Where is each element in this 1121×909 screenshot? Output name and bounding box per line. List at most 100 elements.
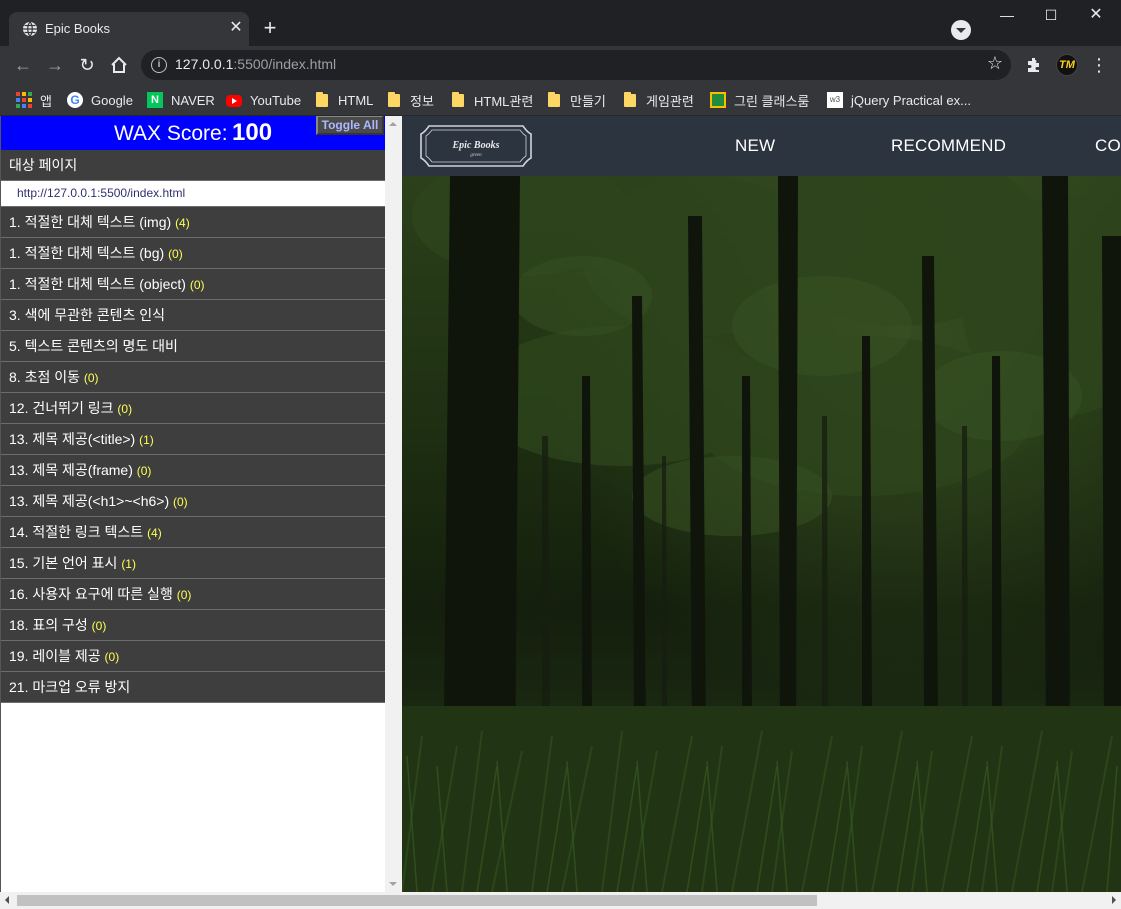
target-page-url[interactable]: http://127.0.0.1:5500/index.html: [1, 181, 385, 207]
wax-check-item[interactable]: 8. 초점 이동 (0): [1, 362, 385, 393]
wax-check-item[interactable]: 1. 적절한 대체 텍스트 (object) (0): [1, 269, 385, 300]
horizontal-scroll-thumb[interactable]: [17, 895, 817, 906]
wax-check-item[interactable]: 13. 제목 제공(<h1>~<h6>) (0): [1, 486, 385, 517]
tab-close-icon[interactable]: ✕: [226, 18, 246, 38]
wax-check-count: (0): [189, 278, 205, 292]
wax-check-label: 13. 제목 제공(<h1>~<h6>): [9, 493, 170, 509]
address-bar[interactable]: i 127.0.0.1:5500/index.html ☆: [141, 50, 1011, 80]
bookmark-folder-html-related[interactable]: HTML관련: [452, 90, 533, 110]
wax-check-label: 1. 적절한 대체 텍스트 (object): [9, 276, 186, 292]
svg-text:Epic Books: Epic Books: [452, 140, 500, 151]
bookmark-folder-html[interactable]: HTML: [316, 90, 373, 110]
folder-icon: [452, 91, 464, 107]
wax-check-label: 19. 레이블 제공: [9, 648, 101, 664]
folder-icon: [316, 91, 328, 107]
wax-check-item[interactable]: 5. 텍스트 콘텐츠의 명도 대비: [1, 331, 385, 362]
bookmark-apps[interactable]: 앱: [16, 90, 52, 110]
wax-check-label: 15. 기본 언어 표시: [9, 555, 118, 571]
new-tab-button[interactable]: +: [258, 17, 282, 41]
wax-check-label: 3. 색에 무관한 콘텐츠 인식: [9, 307, 166, 323]
folder-icon: [388, 91, 400, 107]
wax-check-label: 18. 표의 구성: [9, 617, 88, 633]
wax-check-count: (0): [173, 495, 188, 509]
wax-check-count: (0): [136, 464, 152, 478]
youtube-icon: [226, 95, 242, 107]
browser-tab[interactable]: Epic Books ✕: [9, 12, 249, 46]
wax-check-item[interactable]: 18. 표의 구성 (0): [1, 610, 385, 641]
reload-icon[interactable]: ↻: [75, 53, 99, 77]
site-info-icon[interactable]: i: [151, 57, 167, 73]
wax-check-count: (0): [83, 371, 99, 385]
wax-check-item[interactable]: 15. 기본 언어 표시 (1): [1, 548, 385, 579]
tab-search-button[interactable]: [951, 20, 971, 40]
wax-check-label: 1. 적절한 대체 텍스트 (bg): [9, 245, 165, 261]
browser-toolbar: ← → ↻ i 127.0.0.1:5500/index.html ☆ TM ⋮: [0, 46, 1121, 84]
back-icon[interactable]: ←: [11, 53, 35, 77]
website: Epic Books green NEW RECOMMEND CON: [402, 116, 1121, 892]
bookmark-star-icon[interactable]: ☆: [987, 53, 1003, 74]
wax-check-item[interactable]: 1. 적절한 대체 텍스트 (bg) (0): [1, 238, 385, 269]
globe-icon: [23, 21, 37, 37]
toggle-all-button[interactable]: Toggle All: [316, 116, 384, 135]
bookmark-folder-info[interactable]: 정보: [388, 90, 434, 110]
menu-icon[interactable]: ⋮: [1087, 53, 1111, 77]
minimize-icon[interactable]: —: [987, 4, 1027, 26]
extensions-icon[interactable]: [1022, 53, 1046, 77]
tab-strip: Epic Books ✕ + — ☐ ✕: [0, 0, 1121, 46]
close-icon[interactable]: ✕: [1076, 4, 1116, 26]
forward-icon[interactable]: →: [43, 53, 67, 77]
google-icon: G: [67, 92, 83, 108]
wax-vertical-scrollbar[interactable]: [385, 116, 402, 892]
wax-check-count: (0): [176, 588, 192, 602]
wax-score-label: WAX Score:: [113, 122, 228, 145]
wax-check-label: 13. 제목 제공(<title>): [9, 431, 136, 447]
bookmark-folder-make[interactable]: 만들기: [548, 90, 606, 110]
apps-icon: [16, 92, 32, 108]
bookmark-folder-game[interactable]: 게임관련: [624, 90, 694, 110]
bookmark-youtube[interactable]: YouTube: [226, 90, 301, 110]
wax-check-count: (0): [168, 247, 183, 261]
naver-icon: N: [147, 92, 163, 108]
wax-check-item[interactable]: 13. 제목 제공(frame) (0): [1, 455, 385, 486]
wax-check-item[interactable]: 3. 색에 무관한 콘텐츠 인식: [1, 300, 385, 331]
bookmark-classroom[interactable]: 그린 클래스룸: [710, 90, 809, 110]
home-icon[interactable]: [107, 53, 131, 77]
address-url[interactable]: 127.0.0.1:5500/index.html: [175, 56, 336, 72]
wax-check-label: 12. 건너뛰기 링크: [9, 400, 114, 416]
wax-check-item[interactable]: 13. 제목 제공(<title>) (1): [1, 424, 385, 455]
folder-icon: [624, 91, 636, 107]
tab-title: Epic Books: [45, 21, 111, 36]
scroll-right-icon[interactable]: [1112, 896, 1116, 904]
epic-books-logo[interactable]: Epic Books green: [419, 122, 533, 170]
wax-check-label: 8. 초점 이동: [9, 369, 80, 385]
nav-recommend[interactable]: RECOMMEND: [891, 136, 1006, 156]
nav-new[interactable]: NEW: [735, 136, 775, 156]
wax-check-label: 1. 적절한 대체 텍스트 (img): [9, 214, 172, 230]
wax-check-item[interactable]: 16. 사용자 요구에 따른 실행 (0): [1, 579, 385, 610]
w3schools-icon: w3: [827, 92, 843, 108]
wax-check-item[interactable]: 12. 건너뛰기 링크 (0): [1, 393, 385, 424]
scroll-left-icon[interactable]: [5, 896, 9, 904]
wax-score-value: 100: [232, 119, 273, 146]
nav-con[interactable]: CON: [1095, 136, 1121, 156]
scroll-up-icon[interactable]: [389, 122, 397, 126]
maximize-icon[interactable]: ☐: [1031, 4, 1071, 26]
bookmark-jquery[interactable]: w3 jQuery Practical ex...: [827, 90, 971, 110]
tampermonkey-icon[interactable]: TM: [1056, 54, 1078, 76]
horizontal-scrollbar[interactable]: [0, 892, 1121, 909]
bookmark-google[interactable]: G Google: [67, 90, 133, 110]
wax-check-item[interactable]: 14. 적절한 링크 텍스트 (4): [1, 517, 385, 548]
wax-check-item[interactable]: 19. 레이블 제공 (0): [1, 641, 385, 672]
classroom-icon: [710, 92, 726, 108]
wax-check-count: (0): [91, 619, 107, 633]
wax-check-label: 13. 제목 제공(frame): [9, 462, 133, 478]
wax-check-count: (1): [121, 557, 136, 571]
wax-check-count: (4): [175, 216, 190, 230]
bookmark-naver[interactable]: N NAVER: [147, 90, 215, 110]
wax-check-count: (0): [104, 650, 120, 664]
wax-check-label: 5. 텍스트 콘텐츠의 명도 대비: [9, 338, 178, 354]
scroll-down-icon[interactable]: [389, 882, 397, 886]
wax-check-item[interactable]: 21. 마크업 오류 방지: [1, 672, 385, 703]
forest-hero-image: [402, 176, 1121, 892]
wax-check-item[interactable]: 1. 적절한 대체 텍스트 (img) (4): [1, 207, 385, 238]
